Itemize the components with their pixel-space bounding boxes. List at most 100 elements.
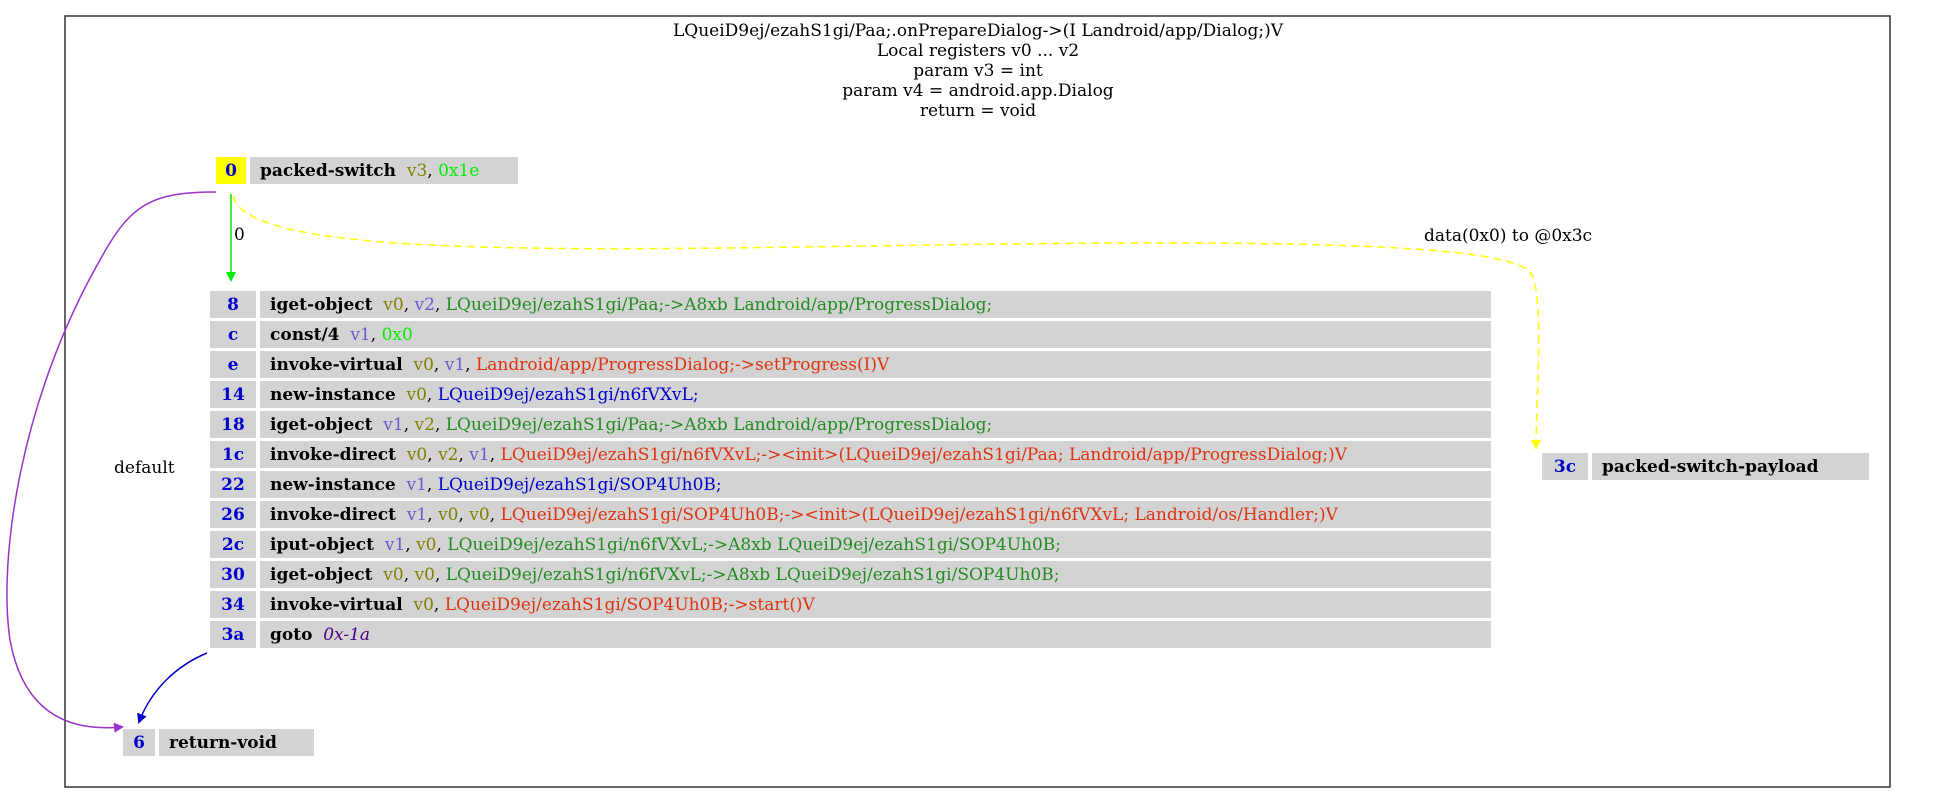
operand: ,: [435, 565, 446, 585]
edge-default-label: default: [114, 458, 175, 478]
operand: 0x0: [382, 325, 413, 345]
instruction-text: packed-switch-payload: [1602, 457, 1819, 477]
instruction-row: c const/4 v1, 0x0: [210, 321, 1491, 348]
local-registers-line: Local registers v0 ... v2: [877, 41, 1079, 61]
method-signature: LQueiD9ej/ezahS1gi/Paa;.onPrepareDialog-…: [673, 21, 1284, 41]
address-label: 6: [133, 733, 145, 753]
address-label: 18: [221, 415, 245, 435]
instruction-text: iget-object v0, v2, LQueiD9ej/ezahS1gi/P…: [270, 295, 992, 315]
instruction-text: iput-object v1, v0, LQueiD9ej/ezahS1gi/n…: [270, 535, 1061, 555]
instruction-text: iget-object v1, v2, LQueiD9ej/ezahS1gi/P…: [270, 415, 992, 435]
operand: v1: [349, 325, 370, 345]
operand: v3: [406, 161, 427, 181]
instruction-row: 1c invoke-direct v0, v2, v1, LQueiD9ej/ez…: [210, 441, 1491, 468]
opcode: return-void: [169, 733, 277, 753]
operand: v0: [405, 385, 426, 405]
operand: v2: [414, 415, 435, 435]
operand: ,: [427, 475, 438, 495]
instruction-row: 26 invoke-direct v1, v0, v0, LQueiD9ej/ez…: [210, 501, 1491, 528]
control-flow-graph: LQueiD9ej/ezahS1gi/Paa;.onPrepareDialog-…: [6, 15, 1891, 788]
operand: v1: [405, 475, 426, 495]
operand: v2: [437, 445, 458, 465]
instruction-row: 14 new-instance v0, LQueiD9ej/ezahS1gi/n6…: [210, 381, 1491, 408]
edge-case-0-label: 0: [234, 225, 245, 245]
operand: v0: [412, 595, 433, 615]
operand: ,: [435, 295, 446, 315]
opcode: goto: [270, 625, 312, 645]
operand: v1: [406, 505, 427, 525]
operand: v0: [437, 505, 458, 525]
operand: ,: [404, 415, 415, 435]
instruction-row: 22 new-instance v1, LQueiD9ej/ezahS1gi/SO…: [210, 471, 1491, 498]
operand: ,: [435, 415, 446, 435]
opcode: iput-object: [270, 535, 374, 555]
instruction-row: 8 iget-object v0, v2, LQueiD9ej/ezahS1gi/…: [210, 291, 1491, 318]
address-label: 2c: [222, 535, 244, 555]
opcode: invoke-virtual: [270, 595, 403, 615]
instruction-text: packed-switch v3, 0x1e: [260, 161, 479, 181]
operand: ,: [490, 445, 501, 465]
operand: v0: [414, 565, 435, 585]
operand: ,: [490, 505, 501, 525]
operand: v1: [468, 445, 489, 465]
return-type-line: return = void: [920, 101, 1036, 121]
operand: ,: [434, 595, 445, 615]
instruction-text: invoke-virtual v0, LQueiD9ej/ezahS1gi/SO…: [270, 595, 816, 615]
opcode: new-instance: [270, 385, 396, 405]
operand: ,: [458, 445, 469, 465]
address-label: 30: [221, 565, 245, 585]
address-label: 22: [221, 475, 245, 495]
operand: LQueiD9ej/ezahS1gi/n6fVXvL;-><init>(LQue…: [501, 445, 1348, 465]
operand: v0: [382, 565, 403, 585]
operand: v0: [406, 445, 427, 465]
operand: v0: [415, 535, 436, 555]
address-label: 3a: [222, 625, 245, 645]
opcode: invoke-direct: [270, 445, 396, 465]
instruction-text: new-instance v0, LQueiD9ej/ezahS1gi/n6fV…: [270, 385, 699, 405]
operand: LQueiD9ej/ezahS1gi/n6fVXvL;->A8xb LQueiD…: [447, 535, 1061, 555]
instruction-text: goto 0x-1a: [270, 625, 370, 645]
instruction-row: 0 packed-switch v3, 0x1e: [216, 157, 518, 184]
instruction-text: iget-object v0, v0, LQueiD9ej/ezahS1gi/n…: [270, 565, 1060, 585]
operand: LQueiD9ej/ezahS1gi/Paa;->A8xb Landroid/a…: [446, 415, 993, 435]
address-label: 3c: [1554, 457, 1576, 477]
operand: LQueiD9ej/ezahS1gi/n6fVXvL;->A8xb LQueiD…: [446, 565, 1060, 585]
instruction-text: invoke-virtual v0, v1, Landroid/app/Prog…: [270, 355, 890, 375]
instruction-text: const/4 v1, 0x0: [270, 325, 413, 345]
opcode: iget-object: [270, 295, 373, 315]
opcode: iget-object: [270, 565, 373, 585]
operand: 0x1e: [438, 161, 479, 181]
instruction-row: 34 invoke-virtual v0, LQueiD9ej/ezahS1gi/…: [210, 591, 1491, 618]
node-exit-block: 6 return-void: [123, 729, 314, 756]
operand: LQueiD9ej/ezahS1gi/Paa;->A8xb Landroid/a…: [446, 295, 993, 315]
operand: ,: [371, 325, 382, 345]
operand: ,: [427, 161, 438, 181]
instruction-row: 3a goto 0x-1a: [210, 621, 1491, 648]
operand: v0: [412, 355, 433, 375]
opcode: packed-switch: [260, 161, 396, 181]
edge-data-payload-label: data(0x0) to @0x3c: [1424, 226, 1592, 246]
instruction-row: 6 return-void: [123, 729, 314, 756]
operand: v0: [382, 295, 403, 315]
address-label: 0: [225, 161, 237, 181]
operand: ,: [436, 535, 447, 555]
opcode: packed-switch-payload: [1602, 457, 1819, 477]
operand: ,: [427, 505, 438, 525]
address-label: 34: [221, 595, 245, 615]
instruction-cell: [260, 621, 1491, 648]
instruction-text: return-void: [169, 733, 277, 753]
operand: 0x-1a: [323, 625, 370, 645]
address-label: 26: [221, 505, 245, 525]
instruction-row: e invoke-virtual v0, v1, Landroid/app/Pro…: [210, 351, 1491, 378]
operand: v1: [382, 415, 403, 435]
operand: LQueiD9ej/ezahS1gi/SOP4Uh0B;: [438, 475, 722, 495]
operand: ,: [404, 295, 415, 315]
operand: ,: [465, 355, 476, 375]
node-entry-block: 0 packed-switch v3, 0x1e: [216, 157, 518, 184]
operand: Landroid/app/ProgressDialog;->setProgres…: [476, 355, 890, 375]
operand: ,: [405, 535, 416, 555]
operand: ,: [434, 355, 445, 375]
instruction-row: 18 iget-object v1, v2, LQueiD9ej/ezahS1gi…: [210, 411, 1491, 438]
address-label: 1c: [222, 445, 244, 465]
opcode: new-instance: [270, 475, 396, 495]
